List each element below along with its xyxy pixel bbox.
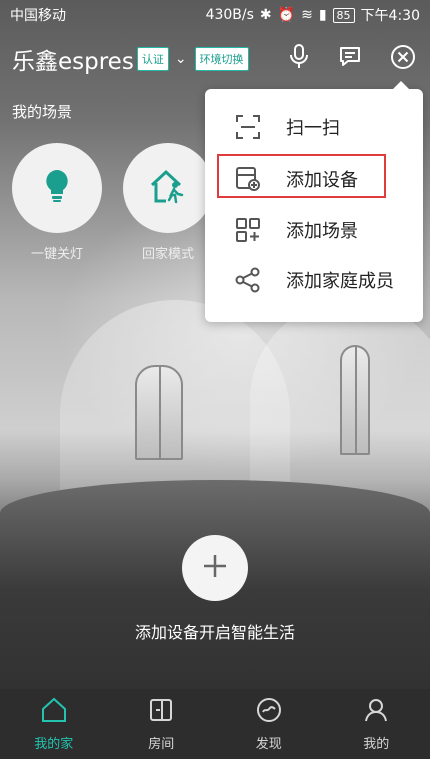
tab-label: 发现 [255,736,282,752]
scene-label: 一键关灯 [30,247,83,262]
lightbulb-icon [44,169,70,207]
highlight-box [217,154,386,198]
add-device-prompt: 添加设备开启智能生活 [134,623,295,642]
clock: 下午4:30 [360,8,420,24]
scene-label: 回家模式 [141,247,194,262]
status-bar: 中国移动 430B/s ✱ ⏰ ≋ ▮ 85 下午4:30 [0,0,430,30]
background-window [135,365,183,460]
background-window [340,345,370,455]
tab-mine[interactable]: 我的 [323,689,430,759]
home-walk-icon [148,168,188,208]
scene-button[interactable] [12,143,102,233]
add-popup-menu: 扫一扫 添加设备 添加场景 添加家庭成员 [205,81,423,322]
add-device-button[interactable] [182,535,248,601]
network-speed: 430B/s [205,7,254,23]
home-icon [41,697,67,727]
scene-home-mode[interactable]: 回家模式 [123,143,213,262]
tab-discover[interactable]: 发现 [215,689,323,759]
close-icon[interactable] [390,44,416,70]
app-header: 乐鑫espres 认证 ⌄ 环境切换 [0,36,430,82]
discover-icon [256,697,282,727]
scenes-title: 我的场景 [12,103,73,121]
profile-icon [363,697,389,727]
menu-item-scan[interactable]: 扫一扫 [205,101,423,153]
plus-icon [202,553,228,583]
scene-button[interactable] [123,143,213,233]
microphone-icon[interactable] [288,44,310,70]
menu-item-label: 添加场景 [286,221,358,242]
menu-item-add-scene[interactable]: 添加场景 [205,204,423,256]
add-scene-icon [233,215,263,245]
tab-label: 我的 [363,736,390,752]
battery-level: 85 [332,7,355,23]
tab-my-home[interactable]: 我的家 [0,689,108,759]
menu-item-label: 扫一扫 [286,118,340,139]
env-switch-tag[interactable]: 环境切换 [194,47,249,71]
scene-lights-off[interactable]: 一键关灯 [12,143,102,262]
chevron-down-icon[interactable]: ⌄ [175,51,187,67]
verify-tag[interactable]: 认证 [136,47,169,71]
carrier-label: 中国移动 [10,8,66,24]
message-icon[interactable] [338,45,362,69]
menu-item-label: 添加家庭成员 [286,271,394,292]
bottom-nav: 我的家 房间 发现 我的 [0,689,430,759]
tab-rooms[interactable]: 房间 [108,689,216,759]
status-right: 430B/s ✱ ⏰ ≋ ▮ 85 下午4:30 [206,5,420,25]
share-member-icon [233,265,263,295]
tab-label: 我的家 [34,736,74,752]
menu-item-add-member[interactable]: 添加家庭成员 [205,254,423,306]
room-icon [148,697,174,727]
header-actions [288,44,416,70]
scan-icon [233,112,263,142]
wifi-icon: ≋ [301,7,313,23]
alarm-icon: ⏰ [277,7,296,23]
bluetooth-icon: ✱ [259,7,272,23]
signal-icon: ▮ [318,7,327,23]
tab-label: 房间 [148,736,175,752]
home-name[interactable]: 乐鑫espres [12,42,134,76]
